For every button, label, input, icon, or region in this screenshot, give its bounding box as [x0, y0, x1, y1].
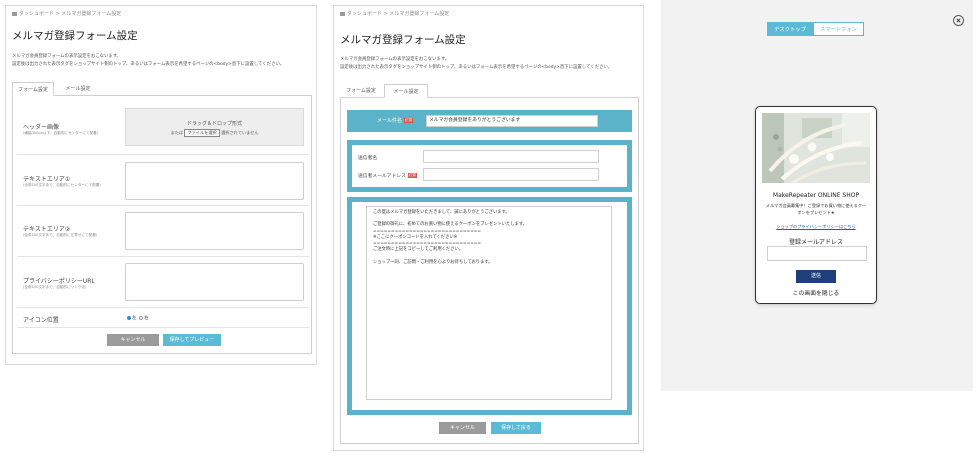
image-dropzone[interactable]: ドラッグ＆ドロップ形式 または ファイルを選択 選択されていません [125, 108, 304, 146]
no-file-text: 選択されていません [221, 130, 259, 135]
breadcrumb[interactable]: ダッシュボード > メルマガ登録フォーム設定 [12, 10, 121, 17]
tab-bar: フォーム設定 メール設定 [340, 84, 639, 98]
subject-input[interactable]: メルマガ会員登録をありがとうございます [426, 115, 598, 127]
mail-settings-body: メール件名 必須 メルマガ会員登録をありがとうございます 送信者名 送信者メール… [340, 98, 639, 444]
text-area-2-note: (全角100文字まで、自動的に左寄せにて配置) [23, 233, 98, 237]
cancel-button[interactable]: キャンセル [107, 334, 159, 346]
signup-popup: MakeRepeater ONLINE SHOP メルマガ会員募集中！ご登録でお… [755, 106, 877, 304]
tab-bar: フォーム設定 メール設定 [12, 82, 312, 96]
icon-position-label: アイコン位置 [23, 317, 59, 324]
text-area-1-label: テキストエリア① [23, 176, 71, 183]
dropzone-title: ドラッグ＆ドロップ形式 [186, 121, 242, 127]
icon-position-right-radio[interactable]: 右 [139, 315, 149, 321]
pearl-necklace-image [762, 113, 870, 183]
text-area-1-note: (全角100文字まで、自動的にセンターにて配置) [23, 183, 101, 187]
radio-unselected-icon [139, 315, 143, 320]
privacy-policy-link[interactable]: ショップのプライバシーポリシーはこちら [756, 224, 876, 230]
divider [17, 307, 309, 308]
tab-form-settings[interactable]: フォーム設定 [340, 84, 382, 98]
breadcrumb[interactable]: ダッシュボード > メルマガ登録フォーム設定 [340, 10, 449, 17]
email-input[interactable] [767, 246, 867, 261]
email-label: 登録メールアドレス [788, 239, 843, 246]
close-popup-link[interactable]: この画面を閉じる [756, 288, 876, 297]
choose-file-button[interactable]: ファイルを選択 [184, 129, 220, 137]
sender-band: 送信者名 送信者メールアドレス 必須 [347, 140, 632, 192]
mail-body-textarea[interactable]: この度はメルマガ登録をいただきまして、誠にありがとうございます。 ご登録の御礼に… [366, 206, 612, 400]
sender-email-label: 送信者メールアドレス 必須 [358, 173, 417, 179]
sender-name-input[interactable] [423, 150, 599, 163]
divider [17, 154, 309, 155]
home-icon [340, 11, 345, 16]
or-text: または [170, 130, 184, 135]
required-badge: 必須 [403, 118, 413, 123]
sender-email-input[interactable] [423, 168, 599, 181]
divider [17, 205, 309, 206]
dropzone-file-row: または ファイルを選択 選択されていません [126, 129, 303, 137]
page-title: メルマガ登録フォーム設定 [340, 34, 466, 46]
subject-label: メール件名 必須 [377, 118, 413, 124]
shop-name: MakeRepeater ONLINE SHOP [772, 192, 860, 199]
text-area-1-input[interactable] [125, 162, 304, 200]
page-description-2: 設定後は出力された表示タグをショップサイト側のトップ、あるいはフォーム表示を希望… [12, 62, 285, 67]
privacy-url-note: (全角100文字まで、自動的にリンク化) [23, 285, 87, 289]
save-back-button[interactable]: 保存して戻る [491, 422, 541, 434]
body-box: この度はメルマガ登録をいただきまして、誠にありがとうございます。 ご登録の御礼に… [352, 202, 627, 410]
close-icon[interactable] [953, 15, 964, 26]
subject-band: メール件名 必須 メルマガ会員登録をありがとうございます [347, 110, 632, 132]
page-description-2: 設定後は出力された表示タグをショップサイト側のトップ、あるいはフォーム表示を希望… [340, 65, 613, 70]
page-description-1: メルマガ会員登録フォームの表示設定をおこないます。 [12, 54, 122, 59]
tab-form-settings[interactable]: フォーム設定 [12, 82, 54, 96]
device-desktop-tab[interactable]: デスクトップ [767, 22, 813, 36]
sender-box: 送信者名 送信者メールアドレス 必須 [352, 145, 627, 187]
radio-selected-icon [127, 315, 131, 320]
page-description-1: メルマガ会員登録フォームの表示設定をおこないます。 [340, 57, 450, 62]
tab-mail-settings[interactable]: メール設定 [384, 84, 428, 98]
header-image [762, 113, 870, 183]
popup-message-1: メルマガ会員募集中！ご登録でお買い物に使えるクー [765, 203, 867, 208]
mail-settings-panel: ダッシュボード > メルマガ登録フォーム設定 メルマガ登録フォーム設定 メルマガ… [333, 5, 644, 451]
divider [17, 327, 309, 328]
divider [17, 256, 309, 257]
body-band: この度はメルマガ登録をいただきまして、誠にありがとうございます。 ご登録の御礼に… [347, 197, 632, 415]
preview-area: デスクトップ スマートフォン MakeRepeater ONLINE SHOP … [661, 0, 973, 391]
required-badge: 必須 [407, 173, 417, 178]
save-preview-button[interactable]: 保存してプレビュー [163, 334, 221, 346]
form-settings-panel: ダッシュボード > メルマガ登録フォーム設定 メルマガ登録フォーム設定 メルマガ… [5, 5, 317, 365]
submit-button[interactable]: 送信 [796, 270, 836, 283]
icon-position-left-radio[interactable]: 左 [127, 315, 137, 321]
home-icon [12, 11, 17, 16]
device-smartphone-tab[interactable]: スマートフォン [813, 22, 864, 36]
page-title: メルマガ登録フォーム設定 [12, 30, 138, 42]
header-image-note: (横幅300px以下、自動的にセンターにて配置) [23, 131, 99, 135]
tab-mail-settings[interactable]: メール設定 [56, 82, 100, 96]
form-settings-body: ヘッダー画像 (横幅300px以下、自動的にセンターにて配置) ドラッグ＆ドロッ… [12, 96, 312, 354]
header-image-label: ヘッダー画像 [23, 124, 60, 131]
cancel-button[interactable]: キャンセル [439, 422, 486, 434]
privacy-url-input[interactable] [125, 263, 304, 301]
sender-name-label: 送信者名 [358, 156, 378, 161]
privacy-url-label: プライバシーポリシーURL [23, 278, 95, 285]
text-area-2-input[interactable] [125, 212, 304, 250]
text-area-2-label: テキストエリア② [23, 226, 71, 233]
popup-message-2: ポンをプレゼント★ [797, 210, 835, 215]
